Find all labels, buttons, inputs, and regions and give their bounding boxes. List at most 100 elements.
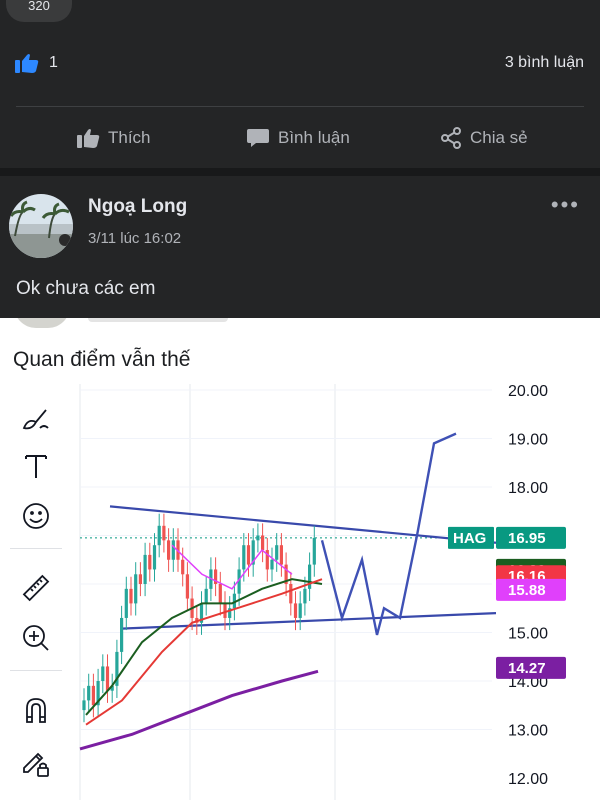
price-tag: 15.88 xyxy=(496,578,566,601)
candle xyxy=(256,523,260,553)
candle xyxy=(214,557,218,597)
candle-body xyxy=(279,545,283,565)
candle xyxy=(96,668,100,718)
y-axis-label: 12.00 xyxy=(508,771,548,788)
candle xyxy=(265,537,269,582)
comment-pill[interactable]: 320 xyxy=(6,0,72,22)
chart-canvas[interactable]: 20.0019.0018.0015.0014.0013.0012.00 HAG 1… xyxy=(72,383,600,800)
candle xyxy=(138,562,142,597)
candle-body xyxy=(312,537,316,565)
candle-body xyxy=(298,603,302,618)
lock-pencil-icon[interactable] xyxy=(16,742,56,782)
candlesticks xyxy=(79,513,323,751)
like-count[interactable]: 1 xyxy=(49,54,58,72)
candle xyxy=(199,591,204,635)
avatar[interactable] xyxy=(9,194,73,258)
action-bar: Thích Bình luận Chia sẻ xyxy=(0,114,600,162)
candle xyxy=(218,571,222,616)
post-text: Ok chưa các em xyxy=(16,278,156,299)
candle-body xyxy=(120,617,124,652)
candle xyxy=(284,552,288,597)
candle-body xyxy=(152,545,157,570)
candle-body xyxy=(270,559,274,570)
y-axis-label: 13.00 xyxy=(508,723,548,740)
candle xyxy=(181,547,185,587)
more-options-icon[interactable]: ••• xyxy=(551,194,580,216)
share-button-label: Chia sẻ xyxy=(470,128,528,147)
price-tag-label: 16.95 xyxy=(508,530,546,547)
price-tags: HAG16.9516.2916.1615.8814.27 xyxy=(448,526,566,679)
candle-body xyxy=(91,685,95,706)
candle-body xyxy=(134,574,138,604)
candle xyxy=(143,542,147,597)
share-icon xyxy=(440,127,462,149)
candle-body xyxy=(143,554,147,584)
candle-body xyxy=(218,584,222,604)
shared-image[interactable]: Quan điểm vẫn thế 20.00 19.00 18.00 15.0… xyxy=(0,318,600,800)
candle-body xyxy=(129,588,133,604)
price-tag-label: 15.88 xyxy=(508,582,546,599)
candle-body xyxy=(261,535,265,551)
candle xyxy=(134,562,138,616)
candle xyxy=(293,591,298,631)
y-axis-label: 18.00 xyxy=(508,480,548,497)
candle-body xyxy=(101,666,105,681)
emoji-icon[interactable] xyxy=(16,496,56,536)
comment-bubble-icon xyxy=(246,127,270,149)
zoom-in-icon[interactable] xyxy=(16,618,56,658)
candle-body xyxy=(87,685,91,701)
candle-body xyxy=(242,545,246,570)
candle-body xyxy=(157,525,161,546)
candle xyxy=(185,562,189,611)
candle xyxy=(105,654,110,703)
magnet-icon[interactable] xyxy=(16,690,56,730)
candle-body xyxy=(303,588,307,604)
symbol-tag-label: HAG xyxy=(453,530,486,547)
toolbar-divider xyxy=(10,670,62,671)
candle-body xyxy=(105,666,110,691)
like-button[interactable]: Thích xyxy=(76,124,151,152)
comment-button-label: Bình luận xyxy=(278,128,350,147)
candle-body xyxy=(124,588,128,618)
like-reaction-icon[interactable] xyxy=(14,52,40,74)
ruler-icon[interactable] xyxy=(16,568,56,608)
toolbar-divider xyxy=(10,548,62,549)
candle xyxy=(91,673,95,718)
y-axis-label: 19.00 xyxy=(508,432,548,449)
candle xyxy=(261,523,265,563)
candle xyxy=(120,605,124,665)
share-button[interactable]: Chia sẻ xyxy=(440,124,528,152)
candle xyxy=(82,688,86,723)
candle xyxy=(167,528,171,572)
candle-body xyxy=(82,700,86,711)
candle xyxy=(270,547,274,582)
author-name[interactable]: Ngoạ Long xyxy=(88,196,187,218)
candle xyxy=(115,639,119,698)
candle-body xyxy=(246,545,251,565)
price-chart[interactable]: 20.00 19.00 18.00 15.00 14.00 13.00 12.00 HAG 1… xyxy=(72,383,600,800)
comment-count[interactable]: 3 bình luận xyxy=(505,54,584,72)
pill-label: 320 xyxy=(28,0,50,13)
brush-icon[interactable] xyxy=(16,400,56,440)
resistance-trendline xyxy=(109,505,497,544)
candle-body xyxy=(167,540,171,560)
candle-body xyxy=(138,574,142,584)
candle xyxy=(171,528,175,572)
candle xyxy=(303,576,307,616)
candle-body xyxy=(171,540,175,560)
candle-body xyxy=(308,564,312,589)
candle xyxy=(157,513,161,558)
like-button-label: Thích xyxy=(108,128,151,147)
candle xyxy=(152,533,157,582)
drawing-toolbar xyxy=(0,390,72,800)
thumbs-up-icon xyxy=(76,127,100,149)
price-tag-label: 14.27 xyxy=(508,660,546,677)
candle-body xyxy=(289,584,293,604)
text-icon[interactable] xyxy=(16,446,56,486)
candle xyxy=(275,533,279,572)
comment-button[interactable]: Bình luận xyxy=(246,124,350,152)
price-tag: 14.27 xyxy=(496,656,566,679)
candle-body xyxy=(162,525,166,541)
candle xyxy=(148,542,152,582)
post-timestamp[interactable]: 3/11 lúc 16:02 xyxy=(88,230,181,247)
